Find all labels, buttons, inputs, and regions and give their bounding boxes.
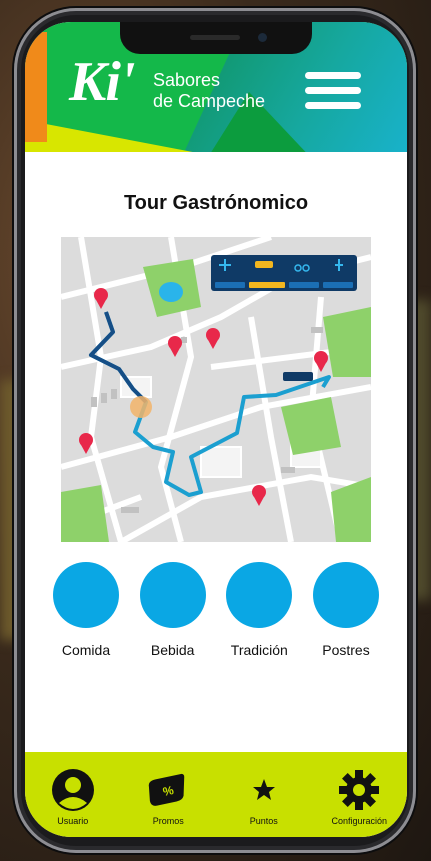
category-circle[interactable] bbox=[226, 562, 293, 628]
category-circle[interactable] bbox=[139, 562, 206, 628]
category-row: Comida Bebida Tradición Postres bbox=[49, 562, 383, 658]
nav-label: Usuario bbox=[57, 816, 89, 826]
map-tag bbox=[283, 372, 313, 381]
category-postres[interactable]: Postres bbox=[309, 562, 383, 658]
category-tradicion[interactable]: Tradición bbox=[222, 562, 296, 658]
gear-icon bbox=[339, 770, 380, 810]
promo-tag-icon: % bbox=[149, 773, 185, 806]
current-location-marker bbox=[130, 396, 152, 418]
category-bebida[interactable]: Bebida bbox=[136, 562, 210, 658]
tour-map[interactable] bbox=[61, 237, 371, 542]
category-circle[interactable] bbox=[53, 562, 119, 628]
transport-mode-panel bbox=[211, 255, 357, 291]
logo-mark: Ki' bbox=[69, 51, 135, 113]
map-lake bbox=[159, 282, 183, 302]
page-title: Tour Gastrónomico bbox=[123, 192, 309, 214]
nav-configuracion[interactable]: Configuración bbox=[319, 766, 399, 826]
menu-icon[interactable] bbox=[305, 72, 361, 112]
logo-line-1: Sabores bbox=[153, 70, 221, 90]
user-icon bbox=[51, 769, 94, 811]
nav-promos[interactable]: % Promos bbox=[128, 766, 208, 826]
category-label: Bebida bbox=[150, 642, 195, 658]
nav-label: Promos bbox=[152, 816, 184, 826]
category-circle[interactable] bbox=[312, 562, 379, 628]
category-label: Comida bbox=[61, 642, 111, 658]
category-label: Tradición bbox=[230, 642, 288, 658]
category-comida[interactable]: Comida bbox=[49, 562, 123, 658]
nav-label: Configuración bbox=[331, 816, 388, 826]
nav-puntos[interactable]: Puntos bbox=[224, 766, 304, 826]
app-screen: Ki' Sabores de Campeche Tour Gastrónomic… bbox=[25, 22, 407, 837]
star-icon bbox=[252, 779, 275, 800]
logo-subtitle: Sabores de Campeche bbox=[153, 70, 265, 112]
category-label: Postres bbox=[322, 642, 370, 658]
logo-line-2: de Campeche bbox=[153, 91, 266, 111]
nav-usuario[interactable]: Usuario bbox=[33, 766, 113, 826]
phone-notch bbox=[120, 22, 312, 54]
bottom-nav: Usuario % Promos Puntos Configuración bbox=[25, 752, 407, 837]
nav-label: Puntos bbox=[249, 816, 278, 826]
